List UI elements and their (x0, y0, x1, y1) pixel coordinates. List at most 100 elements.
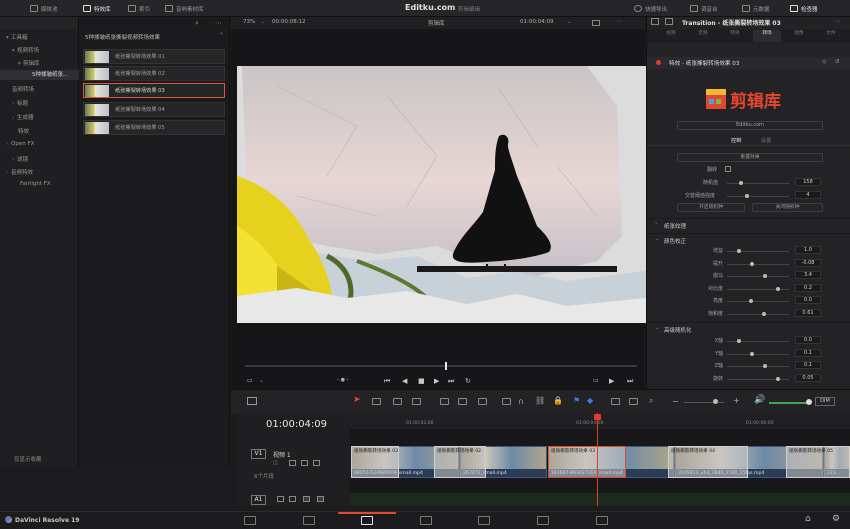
sound-library-toggle[interactable]: 音响素材库 (165, 0, 204, 17)
tree-item-toolbox[interactable]: ▾ 工具箱 (6, 33, 28, 41)
slider-knob[interactable] (762, 311, 766, 316)
timeline-transition-selected[interactable]: 纸张撕裂转场效果 03 (548, 446, 626, 478)
trim-icon[interactable] (372, 398, 381, 405)
jog-control[interactable]: ‹ ● › (337, 377, 349, 383)
enable-toggle[interactable] (656, 60, 661, 65)
tree-item-audio-transitions[interactable]: 音频转场 (12, 85, 34, 93)
options-icon[interactable]: ⋯ (834, 18, 840, 25)
zoom-icon[interactable]: ⌕ (649, 396, 653, 406)
tab-effects[interactable]: 特效 (721, 30, 749, 36)
slider-knob[interactable] (750, 261, 754, 266)
page-deliver-icon[interactable] (596, 516, 608, 525)
slider-knob[interactable] (749, 299, 753, 303)
home-icon[interactable]: ⌂ (805, 514, 811, 524)
zoom-knob[interactable] (713, 399, 718, 404)
lock-icon[interactable]: 🔒 (553, 396, 563, 405)
slider-knob[interactable] (776, 286, 780, 291)
magnet-icon[interactable]: ∩ (518, 397, 524, 406)
reset-effect-button[interactable]: 重置效果 (677, 153, 823, 162)
random-seed-off-button[interactable]: 关闭随机种 (752, 203, 823, 212)
scrubber-track[interactable] (245, 365, 637, 367)
page-color-icon[interactable] (478, 516, 490, 525)
tab-video[interactable]: 视频 (657, 30, 685, 36)
collapse-icon[interactable]: ⌃ (219, 32, 224, 39)
tree-item-audio-fx[interactable]: › 音频特效 (6, 168, 33, 176)
overwrite-icon[interactable] (458, 398, 467, 405)
next-icon[interactable]: ▶ (609, 377, 614, 385)
chevron-down-icon[interactable]: ⌄ (261, 19, 266, 25)
param-value[interactable]: 0.2 (795, 283, 821, 292)
tree-item-fairlight-fx[interactable]: Fairlight FX (20, 181, 51, 187)
timeline-transition[interactable]: 纸张撕裂转场效果 05 (786, 446, 850, 478)
param-slider[interactable] (727, 263, 789, 265)
play-icon[interactable]: ▶ (434, 377, 439, 385)
match-frame-icon[interactable]: ▭ (593, 377, 599, 384)
playhead-handle[interactable] (594, 414, 601, 420)
step-back-icon[interactable]: ◀ (402, 377, 407, 385)
tree-item-openfx[interactable]: › Open FX (6, 141, 34, 147)
pointer-icon[interactable]: ➤ (353, 395, 361, 405)
zoom-full-icon[interactable] (629, 398, 638, 405)
scrubber-handle[interactable] (445, 362, 447, 370)
param-value[interactable]: -0.08 (795, 258, 821, 267)
tab-image[interactable]: 图像 (785, 30, 813, 36)
slider-knob[interactable] (737, 339, 741, 343)
search-icon[interactable]: ⌕ (195, 19, 199, 28)
media-pool-toggle[interactable]: 媒体池 (30, 0, 58, 17)
subtab-settings[interactable]: 设置 (761, 137, 771, 144)
seed-value[interactable]: 158 (795, 178, 821, 186)
flip-checkbox[interactable] (725, 166, 731, 172)
solo-icon[interactable] (303, 496, 310, 502)
chevron-down-icon[interactable]: ⌄ (259, 377, 264, 384)
effect-item[interactable]: 纸张撕裂转场效果 02 (83, 66, 225, 81)
destination-icon[interactable]: ◫ (273, 460, 278, 466)
param-value[interactable]: 0.0 (795, 296, 821, 304)
keyframe-icon[interactable]: ◇ (822, 59, 826, 65)
display-icon[interactable] (592, 20, 600, 26)
slider-knob[interactable] (745, 194, 749, 198)
speaker-icon[interactable]: 🔊 (754, 395, 765, 405)
zoom-out-icon[interactable]: − (672, 397, 679, 406)
effect-item[interactable]: 纸张撕裂转场效果 01 (83, 49, 225, 64)
param-value[interactable]: 3.4 (795, 271, 821, 279)
random-seed-on-button[interactable]: 开启随机种 (677, 203, 745, 212)
timeline-area[interactable]: 01:00:02:00 01:00:04:00 01:00:06:00 6805… (350, 413, 850, 506)
gear-icon[interactable]: ⚙ (832, 514, 840, 524)
slider-knob[interactable] (763, 274, 767, 278)
page-media-icon[interactable] (244, 516, 256, 525)
skip-back-icon[interactable]: ⏮ (384, 377, 390, 386)
favorites-only-toggle[interactable]: 仅显示收藏 (14, 455, 42, 463)
tree-item-generators[interactable]: › 生成器 (12, 113, 34, 121)
loop-icon[interactable]: ↻ (465, 377, 471, 385)
tree-item-filters[interactable]: › 滤镜 (12, 155, 28, 163)
chevron-down-icon[interactable]: ⌄ (567, 19, 572, 25)
insert-icon[interactable] (440, 398, 449, 405)
slider-knob[interactable] (739, 181, 743, 185)
effect-item[interactable]: 纸张撕裂转场效果 05 (83, 120, 225, 135)
timeline-transition[interactable]: 纸张撕裂转场效果 02 (434, 446, 486, 478)
param-slider[interactable] (727, 353, 789, 355)
section-color-correction[interactable]: ⌄ 颜色校正 (647, 233, 850, 245)
zoom-level[interactable]: 73% (243, 19, 255, 25)
param-slider[interactable] (727, 301, 789, 302)
skip-forward-icon[interactable]: ⏭ (448, 377, 454, 386)
section-paper-texture[interactable]: › 纸张纹理 (647, 218, 850, 230)
stop-icon[interactable]: ■ (418, 377, 425, 385)
page-fusion-icon[interactable] (420, 516, 432, 525)
timeline-transition[interactable]: 纸张撕裂转场效果 03 (351, 446, 399, 478)
dynamic-trim-icon[interactable] (393, 398, 402, 405)
page-fairlight-icon[interactable] (537, 516, 549, 525)
panel-icon[interactable] (665, 18, 673, 25)
tree-item-video-transitions[interactable]: ▾ 视频转场 (12, 46, 39, 54)
page-edit-icon[interactable] (361, 516, 373, 525)
auto-select-icon[interactable] (301, 460, 308, 466)
dim-button[interactable]: DIM (815, 397, 835, 406)
options-icon[interactable]: ⋯ (215, 19, 222, 27)
options-icon[interactable]: ⋯ (616, 18, 622, 25)
slider-knob[interactable] (737, 249, 741, 253)
tab-audio[interactable]: 音频 (689, 30, 717, 36)
section-advanced-random[interactable]: ⌄ 高级随机化 (647, 322, 850, 334)
layout-icon[interactable] (247, 397, 257, 405)
marker-icon[interactable]: ◆ (587, 396, 593, 405)
tab-transition[interactable]: 转场 (753, 30, 781, 42)
